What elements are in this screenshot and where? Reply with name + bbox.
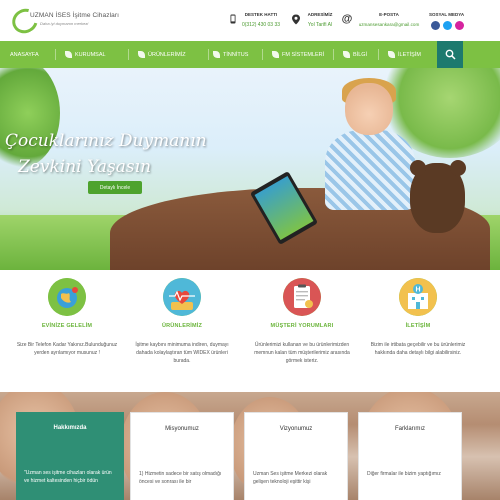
- teddy-bear-ear: [410, 160, 426, 176]
- hospital-icon: H: [399, 278, 437, 316]
- hero-detail-button[interactable]: Detaylı İncele: [88, 181, 142, 194]
- logo-tagline: Daha iyi duymanın merkezi: [40, 21, 89, 26]
- site-logo[interactable]: UZMAN İSES İşitme Cihazları Daha iyi duy…: [7, 4, 142, 38]
- logo-brand: UZMAN İSES İşitme Cihazları: [30, 12, 120, 19]
- card-text: 1) Hizmetin sadece bir satış olmadığı ön…: [139, 471, 222, 485]
- nav-label: BİLGİ: [353, 51, 368, 58]
- leaf-icon: [343, 51, 350, 58]
- nav-item-tinnitus[interactable]: TİNNİTUS: [213, 41, 248, 68]
- nav-divider: [128, 49, 129, 60]
- feature-desc: Ürünlerimizi kullanan ve bu ürünlerimizd…: [254, 342, 350, 364]
- globe-icon: [48, 278, 86, 316]
- contact-email[interactable]: @ E-POSTA uzmansesankara@gmail.com: [341, 11, 423, 33]
- feature-desc: İşitme kaybını minimuma indiren, duymayı…: [135, 342, 229, 364]
- address-label: ADRESİMİZ: [307, 12, 333, 17]
- card-title: Misyonumuz: [165, 426, 199, 432]
- nav-divider: [208, 49, 209, 60]
- phone-value[interactable]: 0(312) 430 03 33: [238, 22, 284, 28]
- leaf-icon: [388, 51, 395, 58]
- leaf-icon: [138, 51, 145, 58]
- social-label: SOSYAL MEDYA: [429, 12, 465, 17]
- hero-boy-head: [345, 83, 393, 135]
- top-header: UZMAN İSES İşitme Cihazları Daha iyi duy…: [0, 0, 500, 41]
- svg-text:H: H: [415, 287, 420, 294]
- nav-label: FM SİSTEMLERİ: [282, 51, 325, 58]
- teddy-bear-ear: [450, 160, 466, 176]
- card-text: Uzman Ses işitme Merkezi olarak gelişen …: [253, 471, 328, 485]
- nav-label: KURUMSAL: [75, 51, 106, 58]
- feature-home-visit[interactable]: EVİNİZE GELELİM Size Bir Telefon Kadar Y…: [12, 278, 122, 357]
- nav-divider: [378, 49, 379, 60]
- feature-contact[interactable]: H İLETİŞİM Bizim ile irtibata geçebilir …: [363, 278, 473, 357]
- at-sign-icon: @: [341, 13, 353, 25]
- feature-title: MÜŞTERİ YORUMLARI: [270, 323, 334, 329]
- hero-boy-body: [325, 130, 415, 210]
- leaf-icon: [65, 51, 72, 58]
- card-text: Diğer firmalar ile bizim yaptığımız: [367, 471, 441, 477]
- nav-item-urunlerimiz[interactable]: ÜRÜNLERİMİZ: [138, 41, 186, 68]
- card-title: Hakkımızda: [53, 425, 87, 431]
- nav-label: ANASAYFA: [10, 51, 39, 58]
- facebook-icon[interactable]: [431, 21, 440, 30]
- nav-divider: [333, 49, 334, 60]
- card-title: Vizyonumuz: [279, 426, 313, 432]
- card-vision[interactable]: Vizyonumuz Uzman Ses işitme Merkezi olar…: [244, 412, 348, 500]
- nav-item-anasayfa[interactable]: ANASAYFA: [10, 41, 39, 68]
- email-value[interactable]: uzmansesankara@gmail.com: [357, 22, 421, 27]
- feature-reviews[interactable]: MÜŞTERİ YORUMLARI Ürünlerimizi kullanan …: [247, 278, 357, 365]
- search-button[interactable]: [437, 41, 463, 68]
- social-icons: [431, 21, 464, 30]
- search-icon: [445, 49, 456, 60]
- nav-label: ÜRÜNLERİMİZ: [148, 51, 186, 58]
- feature-desc: Size Bir Telefon Kadar Yakınız.Bulunduğu…: [16, 342, 118, 356]
- feature-title: EVİNİZE GELELİM: [41, 323, 93, 329]
- card-text: "Uzman ses işitme cihazları olarak ürün …: [24, 470, 112, 484]
- feature-title: ÜRÜNLERİMİZ: [161, 323, 203, 329]
- about-section: Hakkımızda "Uzman ses işitme cihazları o…: [0, 392, 500, 500]
- leaf-icon: [213, 51, 220, 58]
- card-about[interactable]: Hakkımızda "Uzman ses işitme cihazları o…: [16, 412, 124, 500]
- feature-title: İLETİŞİM: [405, 323, 431, 329]
- nav-label: TİNNİTUS: [223, 51, 249, 58]
- nav-item-kurumsal[interactable]: KURUMSAL: [65, 41, 106, 68]
- email-label: E-POSTA: [379, 12, 399, 17]
- nav-divider: [262, 49, 263, 60]
- logo-swirl-icon: [7, 4, 43, 38]
- card-differences[interactable]: Farklarımız Diğer firmalar ile bizim yap…: [358, 412, 462, 500]
- clipboard-icon: [283, 278, 321, 316]
- nav-item-iletisim[interactable]: İLETİŞİM: [388, 41, 421, 68]
- nav-item-bilgi[interactable]: BİLGİ: [343, 41, 367, 68]
- location-pin-icon: [290, 13, 302, 25]
- feature-products[interactable]: ÜRÜNLERİMİZ İşitme kaybını minimuma indi…: [127, 278, 237, 365]
- phone-label: DESTEK HATTI: [244, 12, 278, 17]
- hero-title-line1: Çocuklarınız Duymanın: [5, 131, 207, 151]
- nav-item-fm-sistemleri[interactable]: FM SİSTEMLERİ: [272, 41, 324, 68]
- hero-title-line2: Zevkini Yaşasın: [18, 157, 152, 177]
- instagram-icon[interactable]: [455, 21, 464, 30]
- leaf-icon: [272, 51, 279, 58]
- card-title: Farklarımız: [395, 426, 425, 432]
- hero-tree: [0, 68, 60, 168]
- contact-phone[interactable]: DESTEK HATTI 0(312) 430 03 33: [227, 11, 297, 33]
- heartbeat-icon: [163, 278, 201, 316]
- nav-label: İLETİŞİM: [398, 51, 421, 58]
- main-nav: ANASAYFA KURUMSAL ÜRÜNLERİMİZ TİNNİTUS F…: [0, 41, 500, 68]
- card-mission[interactable]: Misyonumuz 1) Hizmetin sadece bir satış …: [130, 412, 234, 500]
- address-value[interactable]: Yol Tarifi Al: [302, 22, 338, 28]
- twitter-icon[interactable]: [443, 21, 452, 30]
- feature-desc: Bizim ile irtibata geçebilir ve bu ürünl…: [370, 342, 466, 356]
- nav-divider: [55, 49, 56, 60]
